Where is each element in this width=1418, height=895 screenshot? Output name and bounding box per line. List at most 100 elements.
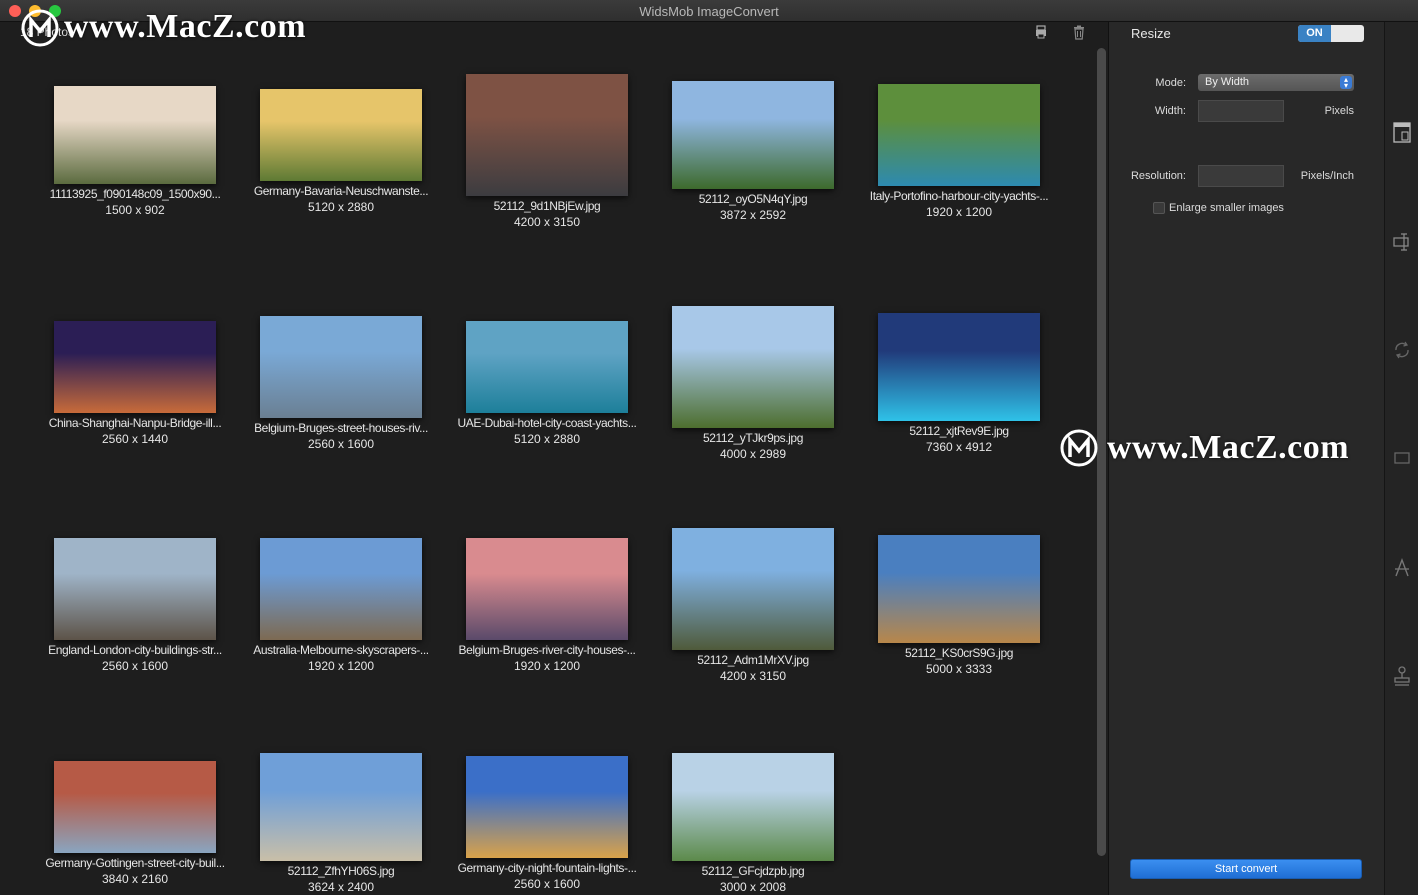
photo-filename: 52112_9d1NBjEw.jpg [493, 199, 601, 213]
photo-thumbnail[interactable] [672, 306, 834, 428]
photo-filename: 52112_ZfhYH06S.jpg [287, 864, 395, 878]
tool-sidebar [1384, 22, 1418, 895]
photo-thumbnail[interactable] [260, 89, 422, 181]
photo-filename: 52112_xjtRev9E.jpg [909, 424, 1009, 438]
photo-dimensions: 2560 x 1600 [307, 437, 375, 451]
photo-dimensions: 4200 x 3150 [513, 215, 581, 229]
photo-filename: 52112_Adm1MrXV.jpg [697, 653, 809, 667]
photo-thumbnail[interactable] [466, 538, 628, 640]
photo-thumbnail[interactable] [260, 538, 422, 640]
photo-item[interactable]: Germany-Bavaria-Neuschwanste... 5120 x 28… [251, 89, 431, 214]
resolution-field[interactable] [1198, 165, 1284, 187]
photo-thumbnail[interactable] [54, 321, 216, 413]
stamp-icon[interactable] [1392, 664, 1412, 688]
photo-item[interactable]: Germany-Gottingen-street-city-buil... 384… [45, 761, 225, 886]
start-convert-button[interactable]: Start convert [1130, 859, 1362, 879]
text-watermark-icon[interactable] [1392, 556, 1412, 580]
photo-item[interactable]: 52112_oyO5N4qY.jpg 3872 x 2592 [663, 81, 843, 222]
photo-filename: England-London-city-buildings-str... [48, 643, 222, 657]
photo-dimensions: 1500 x 902 [105, 203, 165, 217]
photo-dimensions: 3624 x 2400 [307, 880, 375, 894]
photo-filename: 52112_oyO5N4qY.jpg [698, 192, 808, 206]
photo-filename: Italy-Portofino-harbour-city-yachts-... [869, 189, 1049, 203]
macz-logo-icon [1060, 429, 1098, 467]
photo-item[interactable]: 52112_GFcjdzpb.jpg 3000 x 2008 [663, 753, 843, 894]
photo-dimensions: 7360 x 4912 [925, 440, 993, 454]
enlarge-checkbox[interactable] [1153, 202, 1165, 214]
photo-item[interactable]: 52112_xjtRev9E.jpg 7360 x 4912 [869, 313, 1049, 454]
width-label: Width: [1154, 105, 1186, 117]
crop-icon[interactable] [1392, 230, 1412, 254]
photo-dimensions: 3000 x 2008 [719, 880, 787, 894]
photo-item[interactable]: Australia-Melbourne-skyscrapers-... 1920 … [251, 538, 431, 673]
photo-item[interactable]: 52112_Adm1MrXV.jpg 4200 x 3150 [663, 528, 843, 683]
rotate-icon[interactable] [1392, 338, 1412, 362]
frame-icon[interactable] [1392, 446, 1412, 470]
photo-dimensions: 2560 x 1440 [101, 432, 169, 446]
photo-filename: Germany-Gottingen-street-city-buil... [45, 856, 225, 870]
photo-item[interactable]: UAE-Dubai-hotel-city-coast-yachts... 5120… [457, 321, 637, 446]
mode-select[interactable]: By Width ▴ ▾ [1198, 74, 1354, 91]
photo-thumbnail[interactable] [878, 84, 1040, 186]
photo-thumbnail[interactable] [466, 321, 628, 413]
photo-dimensions: 3840 x 2160 [101, 872, 169, 886]
photo-item[interactable]: 52112_KS0crS9G.jpg 5000 x 3333 [869, 535, 1049, 676]
photo-filename: 52112_KS0crS9G.jpg [905, 646, 1013, 660]
photo-dimensions: 2560 x 1600 [101, 659, 169, 673]
resize-toggle[interactable]: ON [1298, 25, 1364, 42]
photo-filename: Germany-Bavaria-Neuschwanste... [253, 184, 429, 198]
photo-thumbnail[interactable] [672, 753, 834, 861]
photo-filename: China-Shanghai-Nanpu-Bridge-ill... [48, 416, 222, 430]
trash-icon[interactable] [1071, 24, 1087, 40]
app-window: WidsMob ImageConvert 18 Photos 11113925_… [0, 0, 1418, 895]
width-field[interactable] [1198, 100, 1284, 122]
photo-filename: Australia-Melbourne-skyscrapers-... [253, 643, 429, 657]
resize-icon[interactable] [1392, 120, 1412, 144]
photo-item[interactable]: Belgium-Bruges-river-city-houses-... 1920… [457, 538, 637, 673]
photo-dimensions: 1920 x 1200 [307, 659, 375, 673]
photo-thumbnail[interactable] [672, 528, 834, 650]
printer-icon[interactable] [1033, 24, 1049, 40]
photo-thumbnail[interactable] [260, 316, 422, 418]
photo-thumbnail[interactable] [466, 74, 628, 196]
resolution-unit: Pixels/Inch [1300, 170, 1354, 182]
photo-dimensions: 5120 x 2880 [513, 432, 581, 446]
mode-select-value: By Width [1205, 76, 1250, 88]
select-arrows-icon: ▴ ▾ [1340, 76, 1352, 90]
photo-dimensions: 2560 x 1600 [513, 877, 581, 891]
photo-thumbnail[interactable] [54, 86, 216, 184]
macz-logo-icon [21, 9, 59, 47]
photo-filename: 11113925_f090148c09_1500x90... [49, 187, 221, 201]
photo-dimensions: 4000 x 2989 [719, 447, 787, 461]
photo-filename: 52112_GFcjdzpb.jpg [701, 864, 805, 878]
photo-item[interactable]: 52112_ZfhYH06S.jpg 3624 x 2400 [251, 753, 431, 894]
resolution-label: Resolution: [1130, 170, 1186, 182]
photo-thumbnail[interactable] [466, 756, 628, 858]
mode-label: Mode: [1155, 77, 1186, 89]
photo-thumbnail[interactable] [672, 81, 834, 189]
photo-grid: 11113925_f090148c09_1500x90... 1500 x 902… [0, 44, 1096, 895]
photo-dimensions: 3872 x 2592 [719, 208, 787, 222]
photo-item[interactable]: Germany-city-night-fountain-lights-... 25… [457, 756, 637, 891]
photo-item[interactable]: England-London-city-buildings-str... 2560… [45, 538, 225, 673]
photo-filename: Germany-city-night-fountain-lights-... [457, 861, 637, 875]
photo-item[interactable]: Italy-Portofino-harbour-city-yachts-... 1… [869, 84, 1049, 219]
photo-item[interactable]: 11113925_f090148c09_1500x90... 1500 x 902 [45, 86, 225, 217]
photo-dimensions: 1920 x 1200 [513, 659, 581, 673]
photo-filename: UAE-Dubai-hotel-city-coast-yachts... [457, 416, 637, 430]
enlarge-label: Enlarge smaller images [1169, 202, 1284, 214]
photo-thumbnail[interactable] [878, 535, 1040, 643]
photo-thumbnail[interactable] [260, 753, 422, 861]
photo-filename: 52112_yTJkr9ps.jpg [703, 431, 803, 445]
photo-thumbnail[interactable] [878, 313, 1040, 421]
width-unit: Pixels [1324, 105, 1354, 117]
photo-thumbnail[interactable] [54, 761, 216, 853]
photo-dimensions: 4200 x 3150 [719, 669, 787, 683]
photo-item[interactable]: 52112_9d1NBjEw.jpg 4200 x 3150 [457, 74, 637, 229]
panel-title: Resize [1131, 26, 1171, 41]
photo-item[interactable]: 52112_yTJkr9ps.jpg 4000 x 2989 [663, 306, 843, 461]
photo-filename: Belgium-Bruges-river-city-houses-... [458, 643, 636, 657]
photo-item[interactable]: China-Shanghai-Nanpu-Bridge-ill... 2560 x… [45, 321, 225, 446]
photo-item[interactable]: Belgium-Bruges-street-houses-riv... 2560 … [251, 316, 431, 451]
photo-thumbnail[interactable] [54, 538, 216, 640]
